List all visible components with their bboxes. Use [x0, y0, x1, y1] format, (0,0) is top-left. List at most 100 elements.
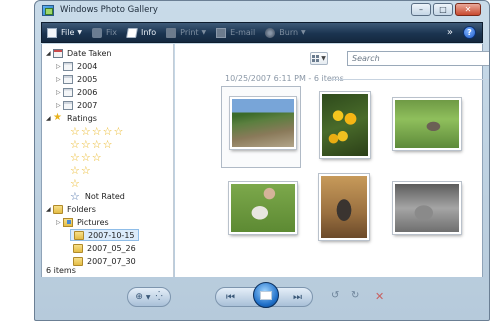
tree-folder-2007-07-30[interactable]: 2007_07_30	[73, 255, 136, 267]
file-menu[interactable]: File ▼	[42, 23, 87, 42]
star-icon: ☆	[80, 124, 91, 138]
collapse-arrow-icon[interactable]: ◢	[46, 206, 53, 213]
star-icon: ☆	[80, 163, 91, 177]
tree-year-2007[interactable]: ▷ 2007	[56, 99, 97, 111]
close-button[interactable]: ✕	[455, 3, 481, 16]
collapse-arrow-icon[interactable]: ◢	[46, 50, 53, 57]
star-icon: ☆	[80, 150, 91, 164]
file-icon	[47, 27, 57, 38]
help-button[interactable]: ?	[463, 26, 476, 39]
star-icon: ☆	[70, 124, 80, 138]
thumbnail-cell[interactable]	[221, 176, 301, 258]
tree-folders-label: Folders	[67, 204, 96, 214]
expand-arrow-icon[interactable]: ▷	[56, 76, 63, 83]
chevron-down-icon: ▼	[321, 55, 326, 62]
tree-ratings-label: Ratings	[67, 113, 97, 123]
view-options-button[interactable]: ▼	[310, 52, 328, 65]
thumbnail-pane: ▼ Search ⌕ ▼ 10/25/2007 6:11 PM - 6 item…	[175, 44, 489, 277]
photo-thumbnail[interactable]	[320, 92, 370, 158]
window-controls: – □ ✕	[411, 3, 481, 16]
fix-button[interactable]: Fix	[87, 23, 122, 42]
collapse-arrow-icon[interactable]: ◢	[46, 115, 53, 122]
star-icon: ☆	[102, 124, 113, 138]
disc-icon	[265, 27, 276, 38]
thumbnail-cell[interactable]	[317, 172, 397, 254]
envelope-icon	[216, 27, 227, 38]
slideshow-icon	[260, 290, 272, 300]
expand-arrow-icon[interactable]: ▷	[56, 102, 63, 109]
group-divider	[331, 79, 489, 80]
search-box[interactable]: Search ⌕ ▼	[347, 51, 489, 66]
tree-folder-2007-05-26[interactable]: 2007_05_26	[73, 242, 136, 254]
pictures-folder-icon	[63, 217, 73, 227]
star-outline-icon: ☆	[70, 189, 80, 203]
thumbnail-cell[interactable]	[387, 90, 467, 172]
calendar-icon	[53, 48, 63, 58]
more-commands-button[interactable]: »	[437, 27, 463, 38]
photo-thumbnail[interactable]	[393, 98, 461, 150]
print-label: Print	[180, 28, 199, 37]
window-title: Windows Photo Gallery	[60, 5, 158, 15]
previous-button[interactable]: ⏮	[226, 292, 235, 303]
tree-year-label: 2005	[77, 74, 98, 84]
rotate-clockwise-icon[interactable]: ↻	[351, 291, 359, 301]
status-item-count: 6 items	[46, 266, 76, 275]
star-icon: ☆	[70, 150, 80, 164]
info-icon	[126, 27, 138, 38]
maximize-button[interactable]: □	[433, 3, 453, 16]
burn-menu[interactable]: Burn ▼	[260, 23, 310, 42]
bottom-control-bar: ⊕ ▼ ⁛ ⏮ ⏭ ↺ ↻ ✕	[35, 278, 489, 320]
print-menu[interactable]: Print ▼	[161, 23, 211, 42]
star-icon: ☆	[70, 176, 80, 190]
zoom-control[interactable]: ⊕ ▼ ⁛	[127, 287, 171, 307]
expand-arrow-icon[interactable]: ▷	[56, 219, 63, 226]
tree-pictures[interactable]: ▷ Pictures	[56, 216, 109, 228]
tree-folders[interactable]: ◢ Folders	[46, 203, 96, 215]
rating-1-star[interactable]: ☆	[70, 177, 81, 189]
burn-label: Burn	[279, 28, 299, 37]
photo-thumbnail[interactable]	[393, 182, 461, 234]
minimize-button[interactable]: –	[411, 3, 431, 16]
star-icon: ☆	[102, 137, 113, 151]
tree-year-2005[interactable]: ▷ 2005	[56, 73, 97, 85]
title-bar: Windows Photo Gallery – □ ✕	[35, 1, 489, 21]
search-input[interactable]: Search	[352, 54, 380, 63]
photo-thumbnail[interactable]	[229, 182, 297, 234]
not-rated-label: Not Rated	[84, 191, 125, 201]
thumbnail-cell[interactable]	[387, 174, 467, 256]
chevron-down-icon: ▼	[201, 29, 207, 36]
folder-icon	[74, 230, 84, 240]
slideshow-button[interactable]	[253, 282, 279, 308]
photo-thumbnail[interactable]	[319, 174, 369, 240]
folder-icon	[53, 204, 63, 214]
thumbnail-cell[interactable]	[317, 90, 397, 172]
rotate-counterclockwise-icon[interactable]: ↺	[331, 291, 339, 301]
folder-icon	[73, 256, 83, 266]
rating-2-stars[interactable]: ☆ ☆	[70, 164, 92, 176]
actual-size-icon[interactable]: ⁛	[155, 292, 162, 302]
tree-date-taken-label: Date Taken	[67, 48, 112, 58]
expand-arrow-icon[interactable]: ▷	[56, 63, 63, 70]
next-button[interactable]: ⏭	[293, 292, 302, 303]
info-button[interactable]: Info	[122, 23, 161, 42]
tree-ratings[interactable]: ◢ ★ Ratings	[46, 112, 97, 124]
star-icon: ☆	[70, 163, 80, 177]
rating-3-stars[interactable]: ☆ ☆ ☆	[70, 151, 103, 163]
tree-date-taken[interactable]: ◢ Date Taken	[46, 47, 111, 59]
thumbnail-cell[interactable]	[221, 86, 301, 168]
tree-folder-label: 2007-10-15	[88, 230, 135, 240]
tree-folder-2007-10-15[interactable]: 2007-10-15	[70, 229, 139, 241]
email-button[interactable]: E-mail	[211, 23, 260, 42]
expand-arrow-icon[interactable]: ▷	[56, 89, 63, 96]
calendar-icon	[63, 100, 73, 110]
rating-4-stars[interactable]: ☆ ☆ ☆ ☆	[70, 138, 114, 150]
photo-thumbnail[interactable]	[230, 97, 296, 149]
tree-year-2006[interactable]: ▷ 2006	[56, 86, 97, 98]
delete-icon[interactable]: ✕	[375, 291, 384, 302]
rating-not-rated[interactable]: ☆ Not Rated	[70, 190, 125, 202]
rating-5-stars[interactable]: ☆ ☆ ☆ ☆ ☆	[70, 125, 124, 137]
group-header[interactable]: 10/25/2007 6:11 PM - 6 items	[225, 74, 344, 83]
folder-icon	[73, 243, 83, 253]
fix-icon	[92, 27, 103, 38]
tree-year-2004[interactable]: ▷ 2004	[56, 60, 97, 72]
